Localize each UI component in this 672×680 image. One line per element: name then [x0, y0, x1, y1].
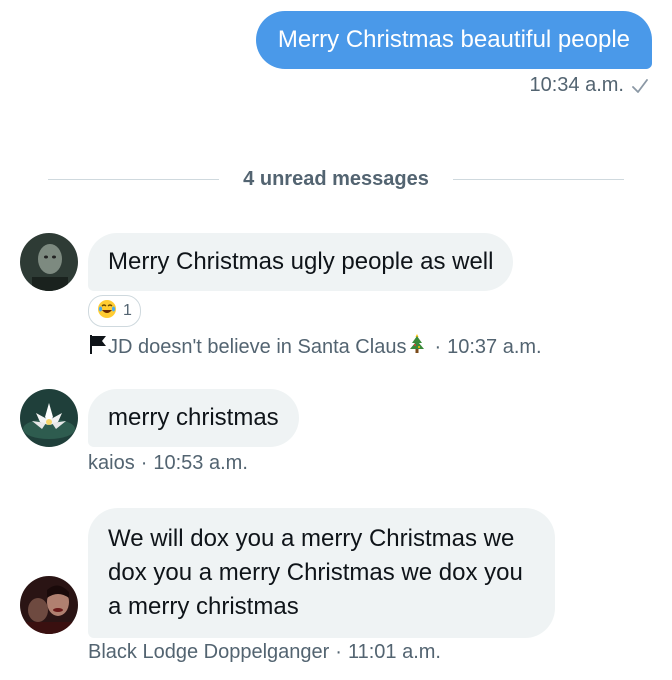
meta-separator: ·	[335, 641, 342, 663]
message-bubble[interactable]: Merry Christmas ugly people as well	[88, 233, 514, 291]
face-with-tears-of-joy-icon	[97, 299, 117, 324]
sender-name[interactable]: kaios	[88, 452, 135, 475]
message-text: We will dox you a merry Christmas we dox…	[108, 525, 523, 620]
message-bubble[interactable]: merry christmas	[88, 389, 299, 447]
avatar[interactable]	[20, 576, 78, 634]
avatar[interactable]	[20, 233, 78, 291]
unread-divider: 4 unread messages	[48, 168, 624, 191]
meta-separator: ·	[140, 452, 148, 474]
sent-message-bubble[interactable]: Merry Christmas beautiful people	[255, 11, 652, 69]
sent-message-time: 10:34 a.m.	[529, 74, 624, 96]
sender-name[interactable]: JD doesn't believe in Santa Claus	[108, 336, 406, 359]
message-meta: Black Lodge Doppelganger · 11:01 a.m.	[88, 641, 441, 664]
avatar[interactable]	[20, 389, 78, 447]
message-time: 11:01 a.m.	[347, 641, 441, 663]
meta-separator: ·	[434, 335, 442, 358]
reaction-count: 1	[123, 302, 132, 319]
message-bubble[interactable]: We will dox you a merry Christmas we dox…	[88, 508, 555, 638]
sent-message-text: Merry Christmas beautiful people	[277, 26, 630, 53]
message-text: merry christmas	[108, 404, 279, 431]
divider-line-right	[452, 179, 624, 180]
dm-conversation: Merry Christmas beautiful people 10:34 a…	[0, 0, 672, 680]
unread-count-label: 4 unread messages	[243, 168, 429, 190]
message-time: 10:53 a.m.	[153, 452, 248, 474]
message-meta: JD doesn't believe in Santa Claus · 10:3…	[88, 333, 542, 361]
reaction-pill[interactable]: 1	[88, 295, 141, 327]
message-text: Merry Christmas ugly people as well	[108, 248, 494, 275]
sender-name[interactable]: Black Lodge Doppelganger	[88, 641, 329, 664]
christmas-tree-icon	[406, 333, 428, 361]
divider-line-left	[48, 179, 220, 180]
message-meta: kaios · 10:53 a.m.	[88, 452, 248, 475]
sent-message-meta: 10:34 a.m.	[529, 74, 650, 97]
message-time: 10:37 a.m.	[447, 335, 542, 358]
check-icon	[630, 76, 650, 96]
black-flag-icon	[88, 333, 108, 361]
